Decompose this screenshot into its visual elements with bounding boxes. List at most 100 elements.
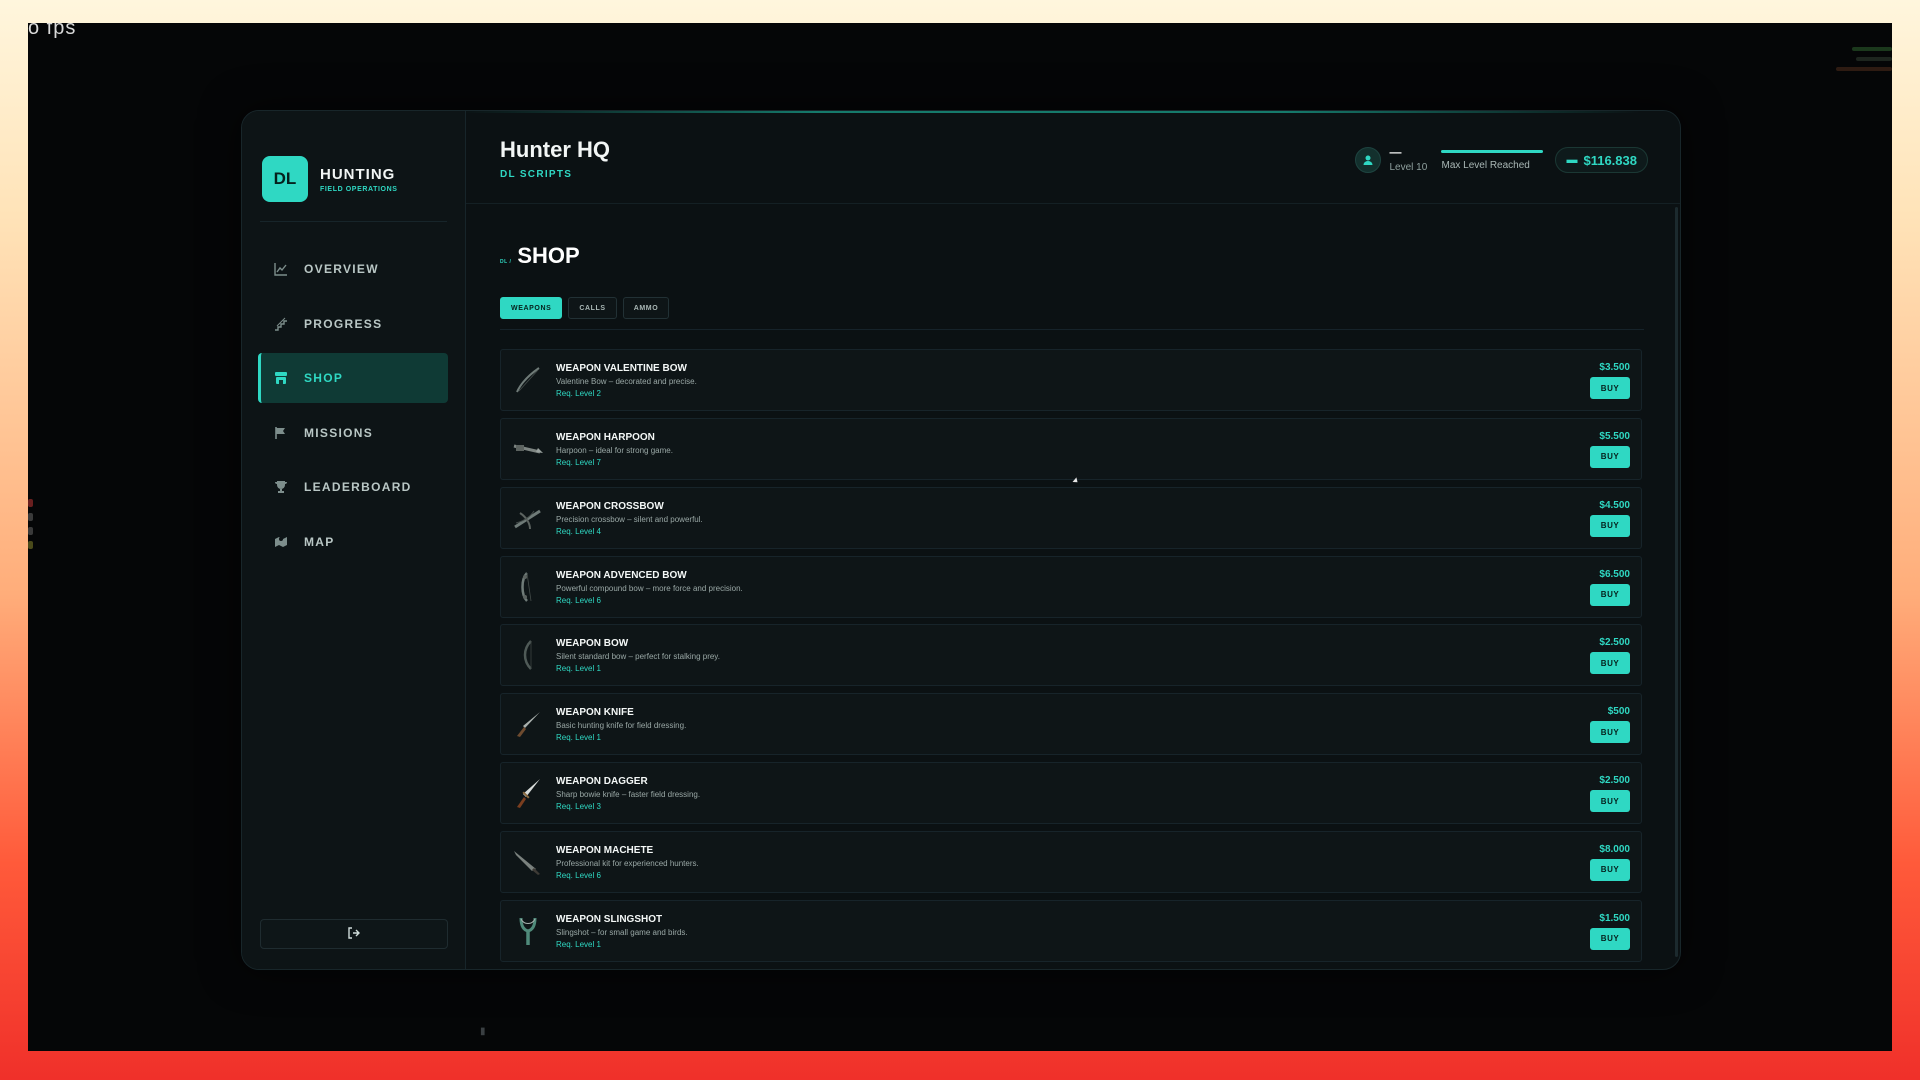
- money-badge: ▬ $116.838: [1555, 147, 1648, 173]
- buy-button[interactable]: BUY: [1590, 377, 1630, 399]
- item-description: Powerful compound bow – more force and p…: [556, 583, 743, 593]
- hud-left-specks: [28, 493, 38, 603]
- tab-weapons[interactable]: WEAPONS: [500, 297, 563, 319]
- buy-button[interactable]: BUY: [1590, 721, 1630, 744]
- brand: DL HUNTING FIELD OPERATIONS: [262, 156, 398, 202]
- item-name: WEAPON ADVENCED BOW: [556, 569, 687, 581]
- list-item: WEAPON MACHETE Professional kit for expe…: [500, 830, 1642, 893]
- shop-content: DL / SHOP WEAPONS CALLS AMMO WEAPON VALE…: [466, 205, 1680, 969]
- machete-icon: [511, 845, 545, 879]
- dagger-icon: [511, 776, 545, 810]
- item-requirement: Req. Level 3: [556, 802, 601, 812]
- item-requirement: Req. Level 1: [556, 664, 601, 674]
- item-name: WEAPON MACHETE: [556, 844, 654, 856]
- item-requirement: Req. Level 2: [556, 389, 601, 398]
- xp-bar: [1441, 149, 1544, 153]
- list-item: WEAPON CROSSBOW Precision crossbow – sil…: [500, 486, 1642, 549]
- breadcrumb: DL / SHOP: [500, 243, 580, 269]
- sign-out-icon: [347, 926, 361, 942]
- list-item: WEAPON KNIFE Basic hunting knife for fie…: [500, 693, 1642, 756]
- item-requirement: Req. Level 6: [556, 595, 601, 605]
- item-description: Sharp bowie knife – faster field dressin…: [556, 790, 701, 800]
- item-price: $2.500: [1599, 775, 1630, 787]
- sidebar-nav: OVERVIEW PROGRESS SHOP MISSIONS LEADERBO…: [258, 244, 448, 571]
- xp-bar-fill: [1441, 149, 1544, 153]
- list-item: WEAPON DAGGER Sharp bowie knife – faster…: [500, 762, 1642, 825]
- stairs-icon: [274, 317, 288, 331]
- item-price: $3.500: [1599, 362, 1630, 373]
- item-price: $6.500: [1599, 568, 1630, 580]
- item-price: $2.500: [1599, 637, 1630, 649]
- sidebar-item-label: SHOP: [304, 371, 344, 385]
- sidebar-item-progress[interactable]: PROGRESS: [258, 299, 448, 349]
- user-name: —: [1389, 145, 1402, 159]
- hunting-hq-panel: DL HUNTING FIELD OPERATIONS OVERVIEW PRO…: [241, 110, 1681, 970]
- shop-tabs: WEAPONS CALLS AMMO: [500, 297, 675, 319]
- shop-item-list: WEAPON VALENTINE BOW Valentine Bow – dec…: [500, 349, 1642, 969]
- item-price: $8.000: [1599, 843, 1630, 855]
- sidebar: DL HUNTING FIELD OPERATIONS OVERVIEW PRO…: [242, 111, 466, 969]
- wallet-icon: ▬: [1566, 154, 1578, 166]
- user-avatar-icon[interactable]: [1355, 147, 1382, 173]
- fps-counter: o fps: [28, 23, 77, 39]
- item-name: WEAPON BOW: [556, 638, 629, 650]
- sidebar-item-map[interactable]: MAP: [258, 517, 448, 567]
- buy-button[interactable]: BUY: [1590, 583, 1630, 606]
- sidebar-item-leaderboard[interactable]: LEADERBOARD: [258, 462, 448, 512]
- sidebar-item-missions[interactable]: MISSIONS: [258, 408, 448, 458]
- trophy-icon: [274, 480, 288, 494]
- tab-calls[interactable]: CALLS: [568, 297, 617, 319]
- buy-button[interactable]: BUY: [1590, 652, 1630, 675]
- flag-icon: [274, 426, 288, 440]
- item-description: Precision crossbow – silent and powerful…: [556, 514, 703, 524]
- item-price: $1.500: [1599, 912, 1630, 924]
- xp-label: Max Level Reached: [1441, 159, 1530, 171]
- buy-button[interactable]: BUY: [1590, 858, 1630, 881]
- money-amount: $116.838: [1583, 152, 1637, 168]
- tab-ammo[interactable]: AMMO: [622, 297, 670, 319]
- sidebar-item-label: MAP: [304, 534, 335, 549]
- item-description: Professional kit for experienced hunters…: [556, 858, 699, 868]
- list-item: WEAPON ADVENCED BOW Powerful compound bo…: [500, 555, 1642, 618]
- compound-bow-icon: [511, 570, 545, 604]
- background-hud-ghost: ▮: [480, 1026, 486, 1037]
- brand-subtitle: FIELD OPERATIONS: [320, 185, 398, 193]
- breadcrumb-prefix: DL /: [500, 259, 512, 265]
- list-scrollbar[interactable]: [1675, 207, 1678, 957]
- buy-button[interactable]: BUY: [1590, 790, 1630, 813]
- item-name: WEAPON HARPOON: [556, 431, 655, 443]
- item-name: WEAPON VALENTINE BOW: [556, 363, 687, 374]
- buy-button[interactable]: BUY: [1590, 927, 1630, 950]
- list-item: WEAPON SLINGSHOT Slingshot – for small g…: [500, 899, 1642, 962]
- item-requirement: Req. Level 4: [556, 526, 601, 536]
- user-level: Level 10: [1389, 162, 1428, 173]
- logout-button[interactable]: [260, 919, 448, 949]
- item-requirement: Req. Level 6: [556, 870, 601, 880]
- buy-button[interactable]: BUY: [1590, 445, 1630, 468]
- sidebar-item-shop[interactable]: SHOP: [258, 353, 448, 403]
- user-area: — Level 10 Max Level Reached ▬ $116.838: [1355, 145, 1648, 173]
- brand-title: HUNTING: [320, 165, 396, 183]
- chart-line-icon: [274, 262, 288, 276]
- item-requirement: Req. Level 1: [556, 939, 601, 949]
- item-name: WEAPON KNIFE: [556, 707, 634, 719]
- sidebar-item-overview[interactable]: OVERVIEW: [258, 244, 448, 294]
- bow-icon: [511, 638, 545, 672]
- map-icon: [274, 535, 288, 549]
- page-title: SHOP: [517, 243, 580, 268]
- sidebar-divider: [260, 221, 447, 222]
- item-description: Basic hunting knife for field dressing.: [556, 721, 687, 731]
- crossbow-icon: [511, 501, 545, 535]
- item-requirement: Req. Level 1: [556, 733, 601, 743]
- buy-button[interactable]: BUY: [1590, 514, 1630, 537]
- hud-indicators: [1832, 41, 1892, 101]
- item-requirement: Req. Level 7: [556, 457, 601, 467]
- list-item: WEAPON HARPOON Harpoon – ideal for stron…: [500, 417, 1642, 480]
- sidebar-item-label: PROGRESS: [304, 316, 383, 331]
- list-item: WEAPON BOW Silent standard bow – perfect…: [500, 624, 1642, 687]
- item-description: Harpoon – ideal for strong game.: [556, 445, 673, 455]
- game-screen: o fps ▮ DL HUNTING FIELD OPERATIONS OVER…: [28, 23, 1892, 1051]
- xp-progress: Max Level Reached: [1441, 149, 1544, 171]
- page-header-subtitle: DL SCRIPTS: [500, 169, 573, 180]
- item-description: Silent standard bow – perfect for stalki…: [556, 652, 720, 662]
